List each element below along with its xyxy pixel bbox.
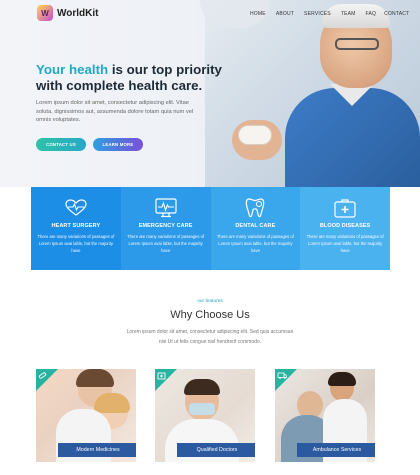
service-title: EMERGENCY CARE — [138, 223, 193, 229]
card-corner — [275, 369, 297, 391]
nav-item-about[interactable]: ABOUT — [276, 11, 294, 17]
service-card-dental-care[interactable]: DENTAL CARE There are many variations of… — [210, 187, 301, 270]
feature-card-qualified-doctors[interactable]: Qualified Doctors — [155, 369, 255, 462]
pill-icon — [38, 372, 47, 379]
teeth-model-image — [238, 125, 272, 145]
service-text: There are many variations of passages of… — [216, 234, 294, 253]
service-title: DENTAL CARE — [235, 223, 276, 229]
feature-card-ambulance-services[interactable]: Ambulance Services — [275, 369, 375, 462]
hero-section: W WorldKit HOME ABOUT SERVICES TEAM FAQ … — [0, 0, 420, 187]
medical-kit-icon — [334, 197, 356, 219]
feature-card-modern-medicines[interactable]: Modern Medicines — [36, 369, 136, 462]
card-caption: Ambulance Services — [297, 443, 375, 457]
service-text: There are many variations of passages of… — [127, 234, 205, 253]
nurse-hair-photo — [328, 372, 356, 386]
features-eyebrow: our features — [197, 299, 223, 304]
nav-item-contact[interactable]: CONTACT — [384, 11, 409, 17]
tooth-icon — [245, 197, 265, 219]
card-corner — [155, 369, 177, 391]
heart-pulse-icon — [65, 197, 87, 219]
learn-more-button[interactable]: LEARN MORE — [93, 138, 143, 151]
monitor-pulse-icon — [155, 197, 177, 219]
why-line-2: nisi Ut ut felis congue nisl hendrerit c… — [158, 339, 262, 345]
why-line-1: Lorem ipsum dolor sit amet, consectetur … — [126, 329, 294, 335]
service-text: There are many variations of passages of… — [306, 234, 384, 253]
hero-title-line2: with complete health care. — [36, 77, 203, 93]
service-card-heart-surgery[interactable]: HEART SURGERY There are many variations … — [31, 187, 121, 270]
hero-title-highlight: Your health — [36, 62, 109, 77]
doctor-hair-photo — [184, 379, 220, 395]
brand-logo[interactable]: W WorldKit — [37, 5, 98, 21]
card-caption: Qualified Doctors — [177, 443, 255, 457]
hero-title-rest: is our top priority — [108, 62, 222, 77]
nav-item-services[interactable]: SERVICES — [304, 11, 331, 17]
logo-icon: W — [37, 5, 53, 21]
hero-description: Lorem ipsum dolor sit amet, consectetur … — [36, 100, 194, 124]
nav-item-team[interactable]: TEAM — [341, 11, 356, 17]
hospital-icon — [157, 372, 166, 380]
card-corner — [36, 369, 58, 391]
service-title: HEART SURGERY — [51, 223, 101, 229]
why-choose-us-description: Lorem ipsum dolor sit amet, consectetur … — [0, 327, 420, 347]
doctor-glasses-image — [335, 38, 379, 50]
nav-item-faq[interactable]: FAQ — [366, 11, 377, 17]
why-choose-us-title: Why Choose Us — [170, 309, 250, 321]
ambulance-icon — [277, 372, 287, 379]
nurse-hair-photo — [76, 369, 114, 387]
service-text: There are many variations of passages of… — [37, 234, 115, 253]
service-card-blood-diseases[interactable]: BLOOD DISEASES There are many variations… — [300, 187, 390, 270]
contact-us-button[interactable]: CONTACT US — [36, 138, 86, 151]
service-card-emergency-care[interactable]: EMERGENCY CARE There are many variations… — [120, 187, 211, 270]
hero-title: Your health is our top priority with com… — [36, 62, 222, 93]
brand-name: WorldKit — [57, 7, 99, 19]
services-strip: HEART SURGERY There are many variations … — [31, 187, 390, 270]
service-title: BLOOD DISEASES — [319, 223, 371, 229]
main-nav: HOME ABOUT SERVICES TEAM FAQ CONTACT — [250, 11, 409, 17]
nav-item-home[interactable]: HOME — [250, 11, 266, 17]
card-caption: Modern Medicines — [58, 443, 136, 457]
mask-photo — [189, 403, 215, 415]
child-hair-photo — [94, 393, 130, 413]
